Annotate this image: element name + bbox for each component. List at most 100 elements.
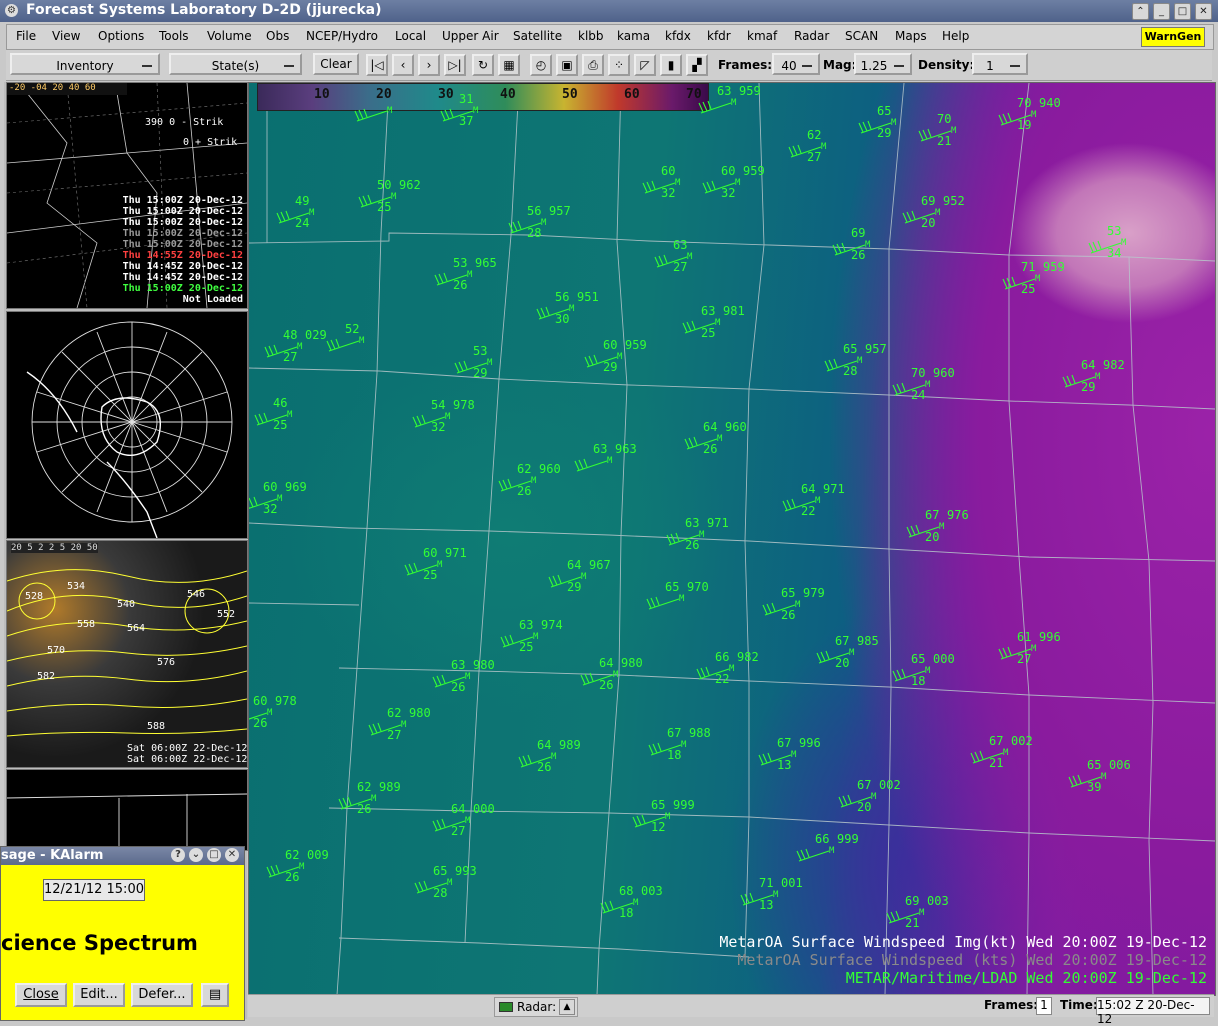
- side-pane-lightning[interactable]: -20 -04 20 40 60 390 0 - Strik 0 + Strik…: [6, 82, 248, 309]
- menu-tools[interactable]: Tools: [159, 29, 189, 43]
- inventory-dropdown[interactable]: Inventory: [10, 53, 160, 75]
- menu-maps[interactable]: Maps: [895, 29, 927, 43]
- menu-kfdr[interactable]: kfdr: [707, 29, 731, 43]
- step-forward-icon[interactable]: ›: [418, 54, 440, 76]
- window-titlebar: ⚙ Forecast Systems Laboratory D-2D (jjur…: [0, 0, 1218, 22]
- station-pressure: 971: [707, 516, 729, 530]
- loop-icon[interactable]: ↻: [472, 54, 494, 76]
- wind-barb-icon: [998, 112, 1032, 126]
- color-table-icon[interactable]: ▦: [498, 54, 520, 76]
- density-dropdown[interactable]: 1: [972, 53, 1028, 75]
- minimize-window-icon[interactable]: _: [1153, 3, 1170, 20]
- print-icon[interactable]: ⎙: [582, 54, 604, 76]
- polar-map: [26, 321, 233, 538]
- close-icon[interactable]: ✕: [225, 848, 239, 862]
- shade-icon[interactable]: ⌄: [189, 848, 203, 862]
- window-title: Forecast Systems Laboratory D-2D (jjurec…: [26, 2, 382, 18]
- menu-radar[interactable]: Radar: [794, 29, 829, 43]
- scale-label-10: 10: [314, 87, 330, 102]
- station-pressure: 000: [933, 652, 955, 666]
- menu-kfdx[interactable]: kfdx: [665, 29, 691, 43]
- first-frame-icon[interactable]: |◁: [366, 54, 388, 76]
- wind-barb-icon: [892, 382, 926, 396]
- maximize-window-icon[interactable]: □: [1174, 3, 1191, 20]
- mag-dropdown[interactable]: 1.25: [854, 53, 912, 75]
- station-pressure: 989: [379, 780, 401, 794]
- kalarm-title: sage - KAlarm: [1, 848, 104, 863]
- station-pressure: 989: [559, 738, 581, 752]
- four-panel-icon[interactable]: ▞: [686, 54, 708, 76]
- frame-time-item: Not Loaded: [182, 294, 243, 305]
- app-menu-icon[interactable]: ⚙: [5, 4, 18, 17]
- points-icon[interactable]: ⁘: [608, 54, 630, 76]
- legend-line-image[interactable]: MetarOA Surface Windspeed Img(kt) Wed 20…: [719, 933, 1207, 951]
- menu-obs[interactable]: Obs: [266, 29, 289, 43]
- defer-button[interactable]: Defer...: [131, 983, 193, 1007]
- help-icon[interactable]: ?: [171, 848, 185, 862]
- sample-icon[interactable]: ◸: [634, 54, 656, 76]
- menu-volume[interactable]: Volume: [207, 29, 252, 43]
- menu-options[interactable]: Options: [98, 29, 144, 43]
- menu-local[interactable]: Local: [395, 29, 426, 43]
- wind-barb-icon: [788, 144, 822, 158]
- scale-label-50: 50: [562, 87, 578, 102]
- scale-label-40: 40: [500, 87, 516, 102]
- side-pane-polar[interactable]: [6, 311, 248, 539]
- radar-toggle[interactable]: Radar: ▲: [494, 997, 578, 1017]
- dropdown-arrow-icon: [142, 65, 152, 67]
- legend-line-metar[interactable]: METAR/Maritime/LDAD Wed 20:00Z 19-Dec-12: [719, 969, 1207, 987]
- station-pressure: 002: [879, 778, 901, 792]
- warngen-button[interactable]: WarnGen: [1141, 27, 1205, 47]
- menu-help[interactable]: Help: [942, 29, 969, 43]
- edit-button[interactable]: Edit...: [73, 983, 125, 1007]
- side-pane-counties[interactable]: [6, 769, 248, 851]
- clipboard-icon[interactable]: ▤: [201, 983, 229, 1007]
- station-pressure: 969: [285, 480, 307, 494]
- wind-barb-icon: [824, 358, 858, 372]
- step-back-icon[interactable]: ‹: [392, 54, 414, 76]
- wind-barb-icon: [648, 742, 682, 756]
- wind-barb-icon: [646, 596, 680, 610]
- station-pressure: 985: [857, 634, 879, 648]
- menu-kama[interactable]: kama: [617, 29, 650, 43]
- station-pressure: 962: [399, 178, 421, 192]
- close-window-icon[interactable]: ✕: [1195, 3, 1212, 20]
- wind-barb-icon: [762, 602, 796, 616]
- frames-dropdown[interactable]: 40: [772, 53, 820, 75]
- wind-barb-icon: [326, 338, 360, 352]
- states-dropdown[interactable]: State(s): [169, 53, 302, 75]
- station-pressure: 970: [687, 580, 709, 594]
- contour-label: 558: [77, 619, 96, 630]
- menu-view[interactable]: View: [52, 29, 80, 43]
- radar-menu-icon[interactable]: ▲: [559, 999, 575, 1015]
- wind-barb-icon: [432, 674, 466, 688]
- frames-status-value: 1: [1036, 997, 1052, 1015]
- menu-kmaf[interactable]: kmaf: [747, 29, 777, 43]
- clear-button[interactable]: Clear: [313, 53, 359, 75]
- main-map-pane[interactable]: 10 20 30 40 50 60 70 31 37 M M 63 959 M 65 29 M 70…: [248, 82, 1216, 996]
- maximize-icon[interactable]: □: [207, 848, 221, 862]
- station-pressure: 979: [803, 586, 825, 600]
- station-pressure: 963: [615, 442, 637, 456]
- menu-file[interactable]: File: [16, 29, 36, 43]
- last-frame-icon[interactable]: ▷|: [444, 54, 466, 76]
- image-properties-icon[interactable]: ▣: [556, 54, 578, 76]
- station-pressure: 981: [723, 304, 745, 318]
- shade-window-icon[interactable]: ⌃: [1132, 3, 1149, 20]
- menu-ncep-hydro[interactable]: NCEP/Hydro: [306, 29, 378, 43]
- menu-upper-air[interactable]: Upper Air: [442, 29, 499, 43]
- clock-icon[interactable]: ◴: [530, 54, 552, 76]
- close-button[interactable]: Close: [15, 983, 67, 1007]
- menu-satellite[interactable]: Satellite: [513, 29, 562, 43]
- menu-scan[interactable]: SCAN: [845, 29, 878, 43]
- wind-barb-icon: [1088, 240, 1122, 254]
- wind-barb-icon: [276, 210, 310, 224]
- heights-contours: [7, 569, 247, 737]
- frame-time-item: Thu 14:45Z 20-Dec-12: [122, 261, 243, 272]
- station-pressure: 996: [1039, 630, 1061, 644]
- legend-line-contour[interactable]: MetarOA Surface Windspeed (kts) Wed 20:0…: [719, 951, 1207, 969]
- menu-klbb[interactable]: klbb: [578, 29, 604, 43]
- side-pane-heights[interactable]: 20 5 2 2 5 20 50 528 534 540 546 552 558 564 57…: [6, 540, 248, 768]
- single-panel-icon[interactable]: ▮: [660, 54, 682, 76]
- wind-barb-icon: [906, 524, 940, 538]
